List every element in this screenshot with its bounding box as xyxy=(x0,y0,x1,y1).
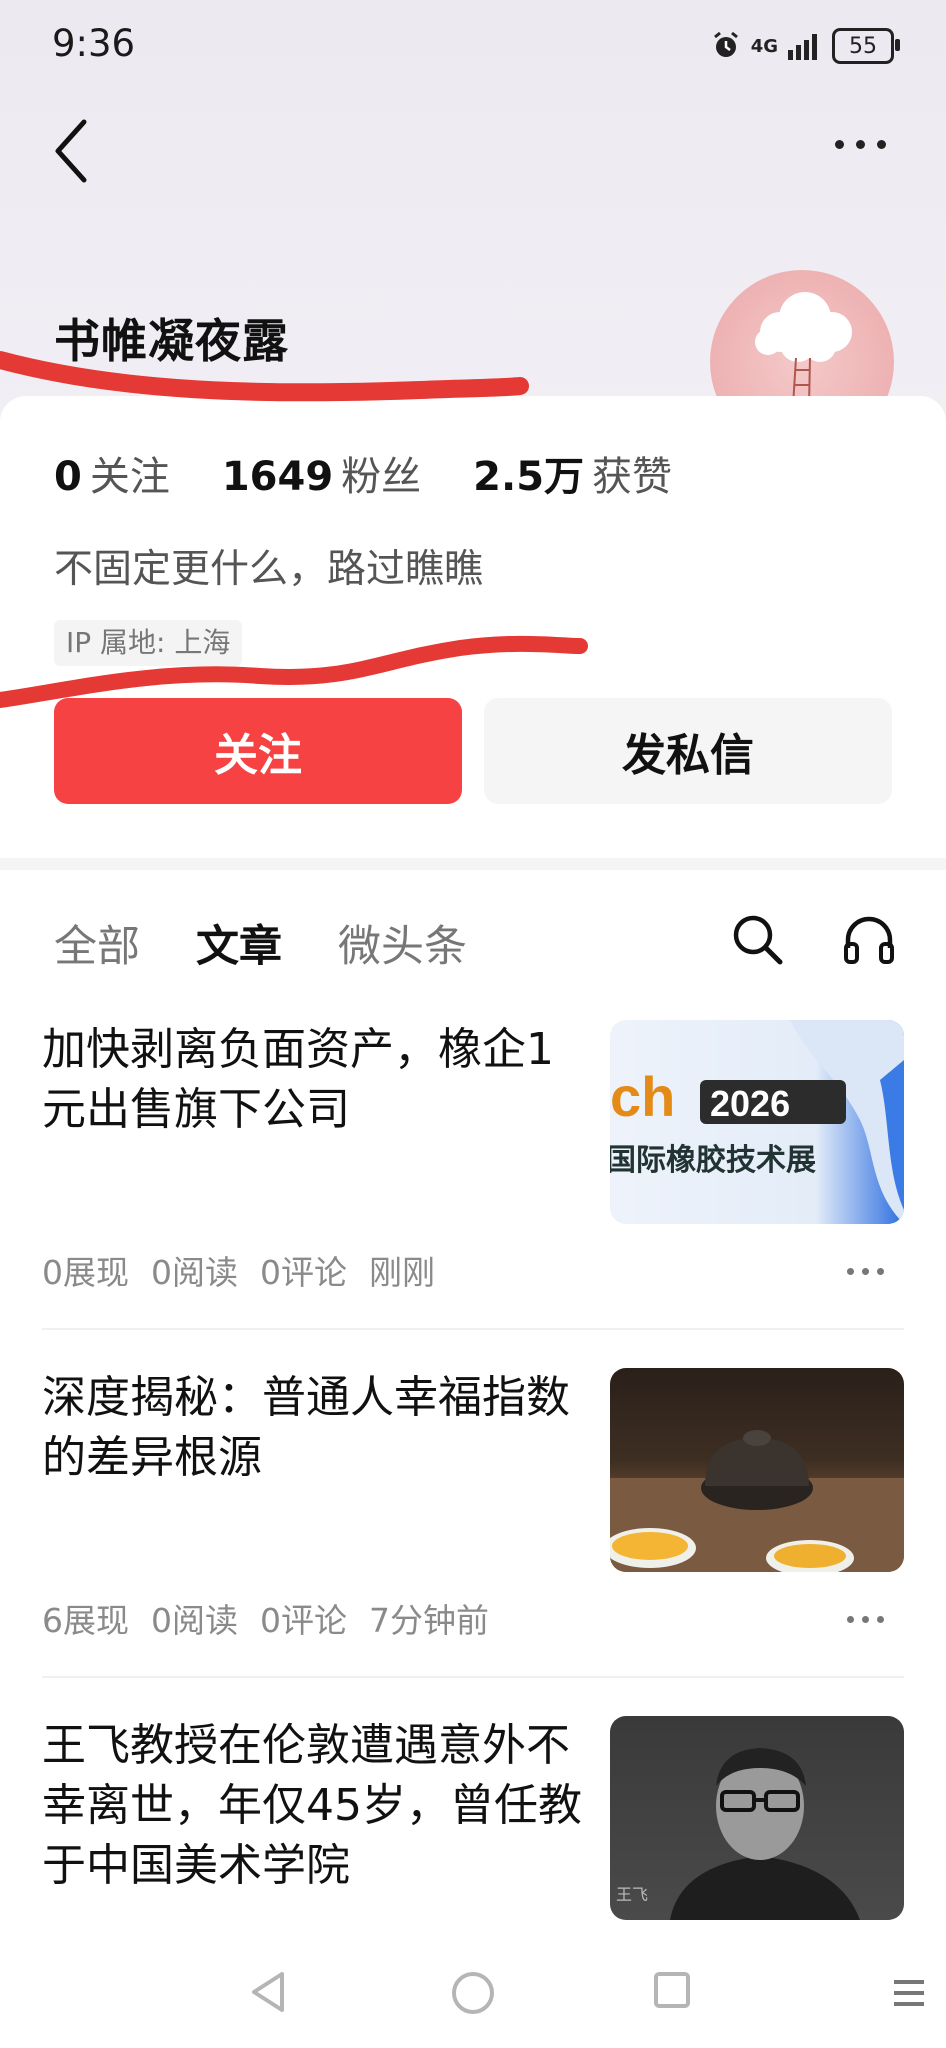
impressions: 0展现 xyxy=(42,1253,129,1292)
article-title[interactable]: 加快剥离负面资产，橡企1元出售旗下公司 xyxy=(42,1020,582,1140)
profile-bio: 不固定更什么，路过瞧瞧 xyxy=(54,547,484,592)
content-tabs: 全部 文章 微头条 xyxy=(54,912,467,974)
article-more-icon[interactable] xyxy=(847,1268,884,1275)
publish-time: 刚刚 xyxy=(369,1253,435,1292)
article-thumbnail[interactable] xyxy=(610,1368,904,1572)
system-nav-bar xyxy=(0,1944,946,2048)
reads: 0阅读 xyxy=(151,1253,238,1292)
headphones-icon[interactable] xyxy=(842,912,896,966)
article-separator xyxy=(42,1676,904,1678)
follow-button[interactable]: 关注 xyxy=(54,698,462,804)
likes-label: 获赞 xyxy=(592,454,673,500)
thumb-text-year: 2026 xyxy=(710,1083,790,1124)
impressions: 6展现 xyxy=(42,1601,129,1640)
tab-articles[interactable]: 文章 xyxy=(196,912,282,974)
article-item[interactable]: 深度揭秘：普通人幸福指数的差异根源 6展现 0阅读 0评论 7分钟前 xyxy=(42,1368,904,1698)
profile-stats: 0 关注 1649 粉丝 2.5万 获赞 xyxy=(54,444,724,502)
article-thumbnail[interactable]: ch 2026 国际橡胶技术展 xyxy=(610,1020,904,1224)
profile-name: 书帷凝夜露 xyxy=(54,314,289,368)
back-icon[interactable] xyxy=(52,118,88,184)
thumb-text-expo: 国际橡胶技术展 xyxy=(610,1143,816,1178)
status-icons: 4G 55 xyxy=(711,28,900,64)
nav-recents-icon[interactable] xyxy=(652,1970,692,2010)
reads: 0阅读 xyxy=(151,1601,238,1640)
tab-all[interactable]: 全部 xyxy=(54,912,140,974)
tab-micro-posts[interactable]: 微头条 xyxy=(338,912,467,974)
search-icon[interactable] xyxy=(730,912,784,966)
article-item[interactable]: 王飞教授在伦敦遭遇意外不幸离世，年仅45岁，曾任教于中国美术学院 王飞 xyxy=(42,1716,904,1956)
article-meta: 0展现 0阅读 0评论 刚刚 xyxy=(42,1246,435,1294)
following-label[interactable]: 关注 xyxy=(90,444,170,502)
nav-menu-icon[interactable] xyxy=(892,1978,926,2008)
publish-time: 7分钟前 xyxy=(369,1601,489,1640)
article-thumbnail[interactable]: 王飞 xyxy=(610,1716,904,1920)
article-item[interactable]: 加快剥离负面资产，橡企1元出售旗下公司 ch 2026 国际橡胶技术展 0展现 … xyxy=(42,1020,904,1350)
signal-icon xyxy=(788,34,817,60)
network-label: 4G xyxy=(750,35,778,57)
status-time: 9:36 xyxy=(52,22,136,65)
article-separator xyxy=(42,1328,904,1330)
followers-count[interactable]: 1649 xyxy=(222,454,333,500)
thumb-caption: 王飞 xyxy=(616,1885,648,1904)
article-title[interactable]: 深度揭秘：普通人幸福指数的差异根源 xyxy=(42,1368,582,1488)
battery-level: 55 xyxy=(849,33,877,59)
following-count[interactable]: 0 xyxy=(54,454,82,500)
message-button[interactable]: 发私信 xyxy=(484,698,892,804)
alarm-icon xyxy=(713,31,738,57)
comments: 0评论 xyxy=(260,1601,347,1640)
nav-back-icon[interactable] xyxy=(248,1970,288,2014)
more-options-icon[interactable] xyxy=(835,140,886,149)
article-meta: 6展现 0阅读 0评论 7分钟前 xyxy=(42,1594,489,1642)
battery-icon: 55 xyxy=(832,28,900,64)
comments: 0评论 xyxy=(260,1253,347,1292)
article-title[interactable]: 王飞教授在伦敦遭遇意外不幸离世，年仅45岁，曾任教于中国美术学院 xyxy=(42,1716,582,1896)
section-divider xyxy=(0,858,946,870)
ip-location: IP 属地: 上海 xyxy=(54,620,243,666)
thumb-text-ch: ch xyxy=(610,1065,675,1128)
likes-count: 2.5万 xyxy=(473,454,585,500)
followers-label[interactable]: 粉丝 xyxy=(341,444,421,502)
nav-home-icon[interactable] xyxy=(450,1970,496,2016)
article-more-icon[interactable] xyxy=(847,1616,884,1623)
